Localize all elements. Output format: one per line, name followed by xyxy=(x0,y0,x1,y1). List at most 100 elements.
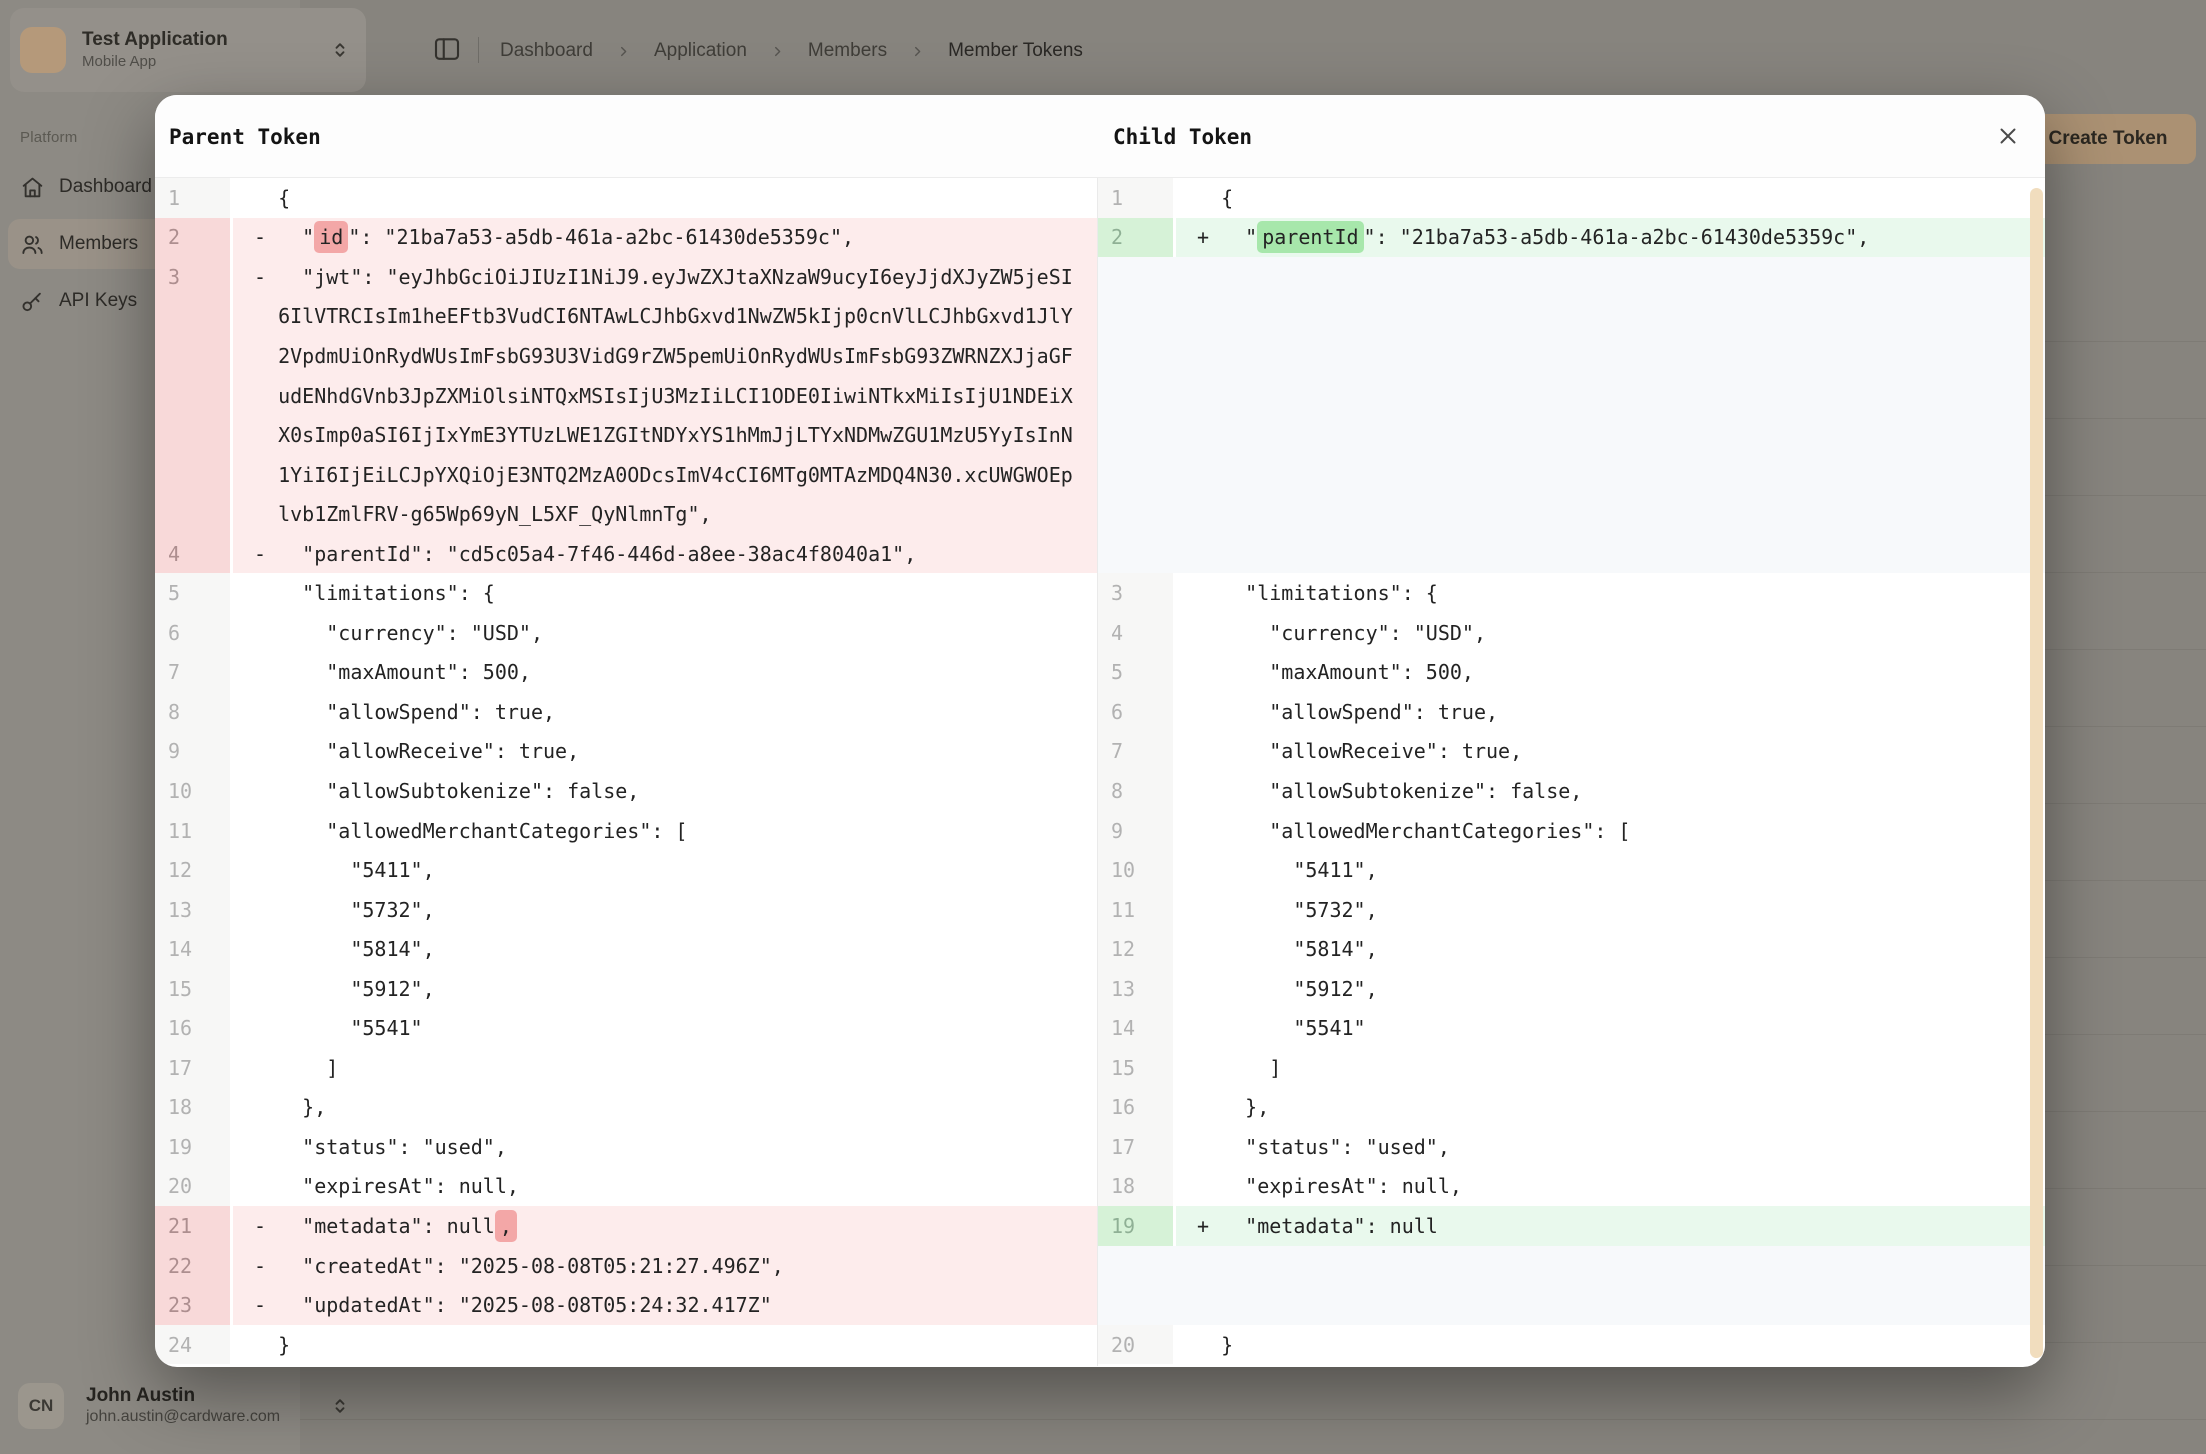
code-line: "allowSubtokenize": false, xyxy=(233,771,1097,811)
code-line: "5912", xyxy=(233,969,1097,1009)
code-line: + "parentId": "21ba7a53-a5db-461a-a2bc-6… xyxy=(1176,218,2045,258)
diff-row: 16 }, xyxy=(1098,1088,2045,1128)
line-number: 23 xyxy=(155,1285,233,1325)
breadcrumb-application[interactable]: Application xyxy=(654,40,747,62)
code-line: + "metadata": null xyxy=(1176,1206,2045,1246)
chevron-right-icon xyxy=(769,43,786,60)
line-number: 17 xyxy=(1098,1127,1176,1167)
child-token-title: Child Token xyxy=(1113,95,1252,178)
code-line: "5411", xyxy=(233,850,1097,890)
code-line: ] xyxy=(1176,1048,2045,1088)
user-name: John Austin xyxy=(86,1384,328,1408)
modal-scrollbar[interactable] xyxy=(2030,188,2043,1358)
code-line: "5411", xyxy=(1176,850,2045,890)
code-line: "allowedMerchantCategories": [ xyxy=(233,811,1097,851)
code-line: "5541" xyxy=(233,1008,1097,1048)
diff-row: 1YiI6IjEiLCJpYXQiOjE3NTQ2MzA0ODcsImV4cCI… xyxy=(155,455,1097,495)
breadcrumb-dashboard[interactable]: Dashboard xyxy=(500,40,593,62)
line-number: 20 xyxy=(1098,1325,1176,1365)
line-number: 4 xyxy=(155,534,233,574)
diff-view: 1 {2- "id": "21ba7a53-a5db-461a-a2bc-614… xyxy=(155,178,2045,1366)
code-line: "maxAmount": 500, xyxy=(233,653,1097,693)
line-number: 14 xyxy=(1098,1009,1176,1049)
parent-token-pane: 1 {2- "id": "21ba7a53-a5db-461a-a2bc-614… xyxy=(155,178,1097,1366)
code-line: - "jwt": "eyJhbGciOiJIUzI1NiJ9.eyJwZXJta… xyxy=(233,257,1097,297)
diff-row: 20 } xyxy=(1098,1325,2045,1365)
code-line: "limitations": { xyxy=(1176,573,2045,613)
diff-row: lvb1ZmlFRV-g65Wp69yN_L5XF_QyNlmnTg", xyxy=(155,494,1097,534)
diff-row: 12 "5814", xyxy=(1098,929,2045,969)
breadcrumb-members[interactable]: Members xyxy=(808,40,887,62)
line-number: 11 xyxy=(155,811,233,851)
code-line: ] xyxy=(233,1048,1097,1088)
line-number xyxy=(155,494,233,534)
diff-row: 2- "id": "21ba7a53-a5db-461a-a2bc-61430d… xyxy=(155,218,1097,258)
line-number xyxy=(155,336,233,376)
diff-row: 14 "5541" xyxy=(1098,1009,2045,1049)
diff-row: 16 "5541" xyxy=(155,1008,1097,1048)
code-line: "allowSpend": true, xyxy=(233,692,1097,732)
code-line: "expiresAt": null, xyxy=(1176,1167,2045,1207)
diff-row: 24 } xyxy=(155,1325,1097,1365)
line-number: 6 xyxy=(1098,692,1176,732)
line-number: 19 xyxy=(155,1127,233,1167)
diff-row: 20 "expiresAt": null, xyxy=(155,1167,1097,1207)
home-icon xyxy=(20,175,45,200)
line-number: 3 xyxy=(1098,573,1176,613)
diff-row: 10 "5411", xyxy=(1098,850,2045,890)
line-number: 6 xyxy=(155,613,233,653)
close-button[interactable] xyxy=(1989,117,2027,155)
line-number: 7 xyxy=(1098,732,1176,772)
diff-row: 3 "limitations": { xyxy=(1098,573,2045,613)
diff-word-highlight: parentId xyxy=(1257,221,1363,253)
users-icon xyxy=(20,232,45,257)
code-line: "allowReceive": true, xyxy=(1176,732,2045,772)
sidebar-toggle-button[interactable] xyxy=(432,34,462,64)
diff-row: 22- "createdAt": "2025-08-08T05:21:27.49… xyxy=(155,1246,1097,1286)
create-token-button[interactable]: Create Token xyxy=(2020,114,2196,164)
diff-row: 17 "status": "used", xyxy=(1098,1127,2045,1167)
diff-row: 2+ "parentId": "21ba7a53-a5db-461a-a2bc-… xyxy=(1098,218,2045,258)
chevron-right-icon xyxy=(909,43,926,60)
code-line: "limitations": { xyxy=(233,573,1097,613)
line-number: 2 xyxy=(155,218,233,258)
chevron-right-icon xyxy=(615,43,632,60)
user-avatar: CN xyxy=(18,1383,64,1429)
diff-row: 13 "5732", xyxy=(155,890,1097,930)
diff-row: 6 "allowSpend": true, xyxy=(1098,692,2045,732)
line-number: 14 xyxy=(155,929,233,969)
diff-word-highlight: id xyxy=(314,221,348,253)
parent-token-title: Parent Token xyxy=(169,95,321,178)
line-number: 15 xyxy=(155,969,233,1009)
line-number: 22 xyxy=(155,1246,233,1286)
diff-row: 10 "allowSubtokenize": false, xyxy=(155,771,1097,811)
diff-row: 11 "allowedMerchantCategories": [ xyxy=(155,811,1097,851)
code-line: }, xyxy=(233,1088,1097,1128)
token-diff-modal: Parent Token Child Token 1 {2- "id": "21… xyxy=(155,95,2045,1367)
breadcrumb: Dashboard Application Members Member Tok… xyxy=(500,36,1083,66)
diff-row: 13 "5912", xyxy=(1098,969,2045,1009)
line-number: 5 xyxy=(1098,653,1176,693)
code-line: 6IlVTRCIsIm1heEFtb3VudCI6NTAwLCJhbGxvd1N… xyxy=(233,297,1097,337)
diff-row: 9 "allowReceive": true, xyxy=(155,732,1097,772)
line-number: 9 xyxy=(155,732,233,772)
diff-row: 17 ] xyxy=(155,1048,1097,1088)
key-icon xyxy=(20,289,45,314)
app-title: Test Application xyxy=(82,28,328,52)
sidebar-item-label: Dashboard xyxy=(59,176,152,198)
diff-collapsed-spacer xyxy=(1098,257,2045,573)
code-line: "5912", xyxy=(1176,969,2045,1009)
code-line: "allowSubtokenize": false, xyxy=(1176,771,2045,811)
code-line: }, xyxy=(1176,1088,2045,1128)
app-selector[interactable]: Test Application Mobile App xyxy=(10,8,366,92)
diff-row: 7 "maxAmount": 500, xyxy=(155,653,1097,693)
code-line: "allowReceive": true, xyxy=(233,732,1097,772)
line-number: 2 xyxy=(1098,218,1176,258)
diff-row: X0sImp0aSI6IjIxYmE3YTUzLWE1ZGItNDYxYS1hM… xyxy=(155,415,1097,455)
diff-row: 18 }, xyxy=(155,1088,1097,1128)
diff-word-highlight: , xyxy=(495,1210,517,1242)
user-email: john.austin@cardware.com xyxy=(86,1407,328,1428)
line-number: 9 xyxy=(1098,811,1176,851)
line-number: 13 xyxy=(155,890,233,930)
sidebar-item-label: API Keys xyxy=(59,290,137,312)
